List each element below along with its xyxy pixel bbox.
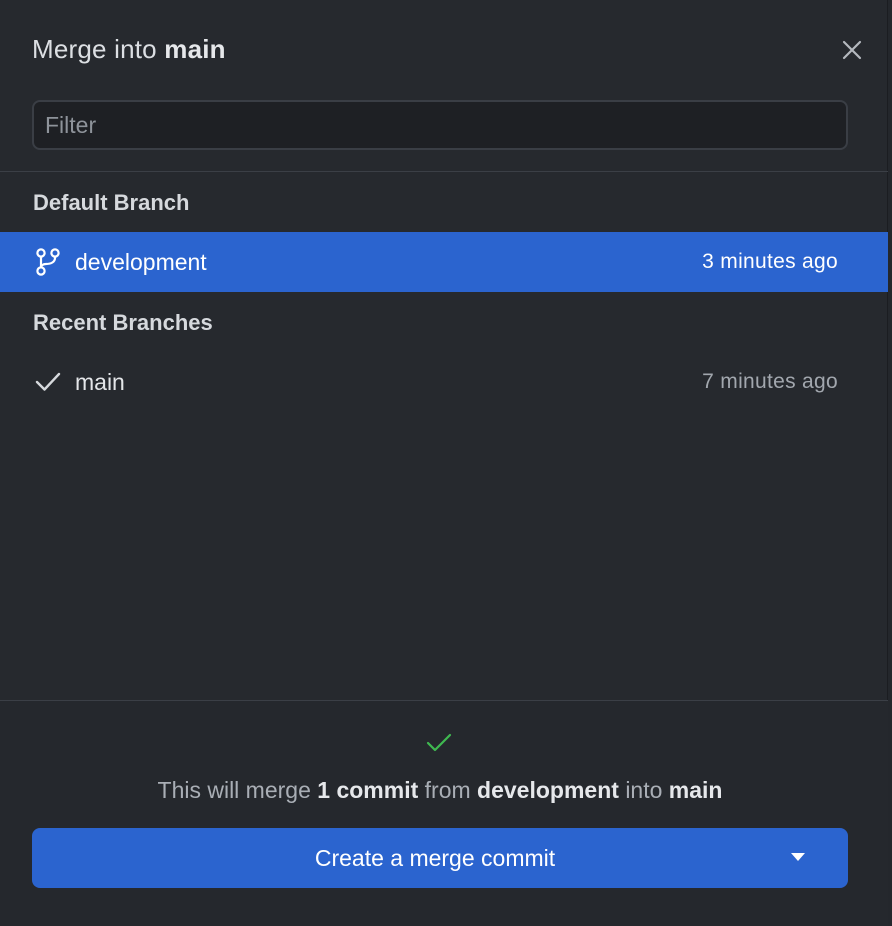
merge-summary: This will merge 1 commit from developmen… — [0, 777, 880, 804]
merge-summary-text: from — [424, 777, 471, 803]
close-button[interactable] — [836, 34, 868, 66]
create-merge-commit-button[interactable]: Create a merge commit — [32, 828, 848, 888]
branch-row-main[interactable]: main 7 minutes ago — [0, 352, 888, 412]
section-header-recent-branches: Recent Branches — [33, 310, 213, 335]
branch-name: main — [75, 369, 125, 395]
merge-dialog: Merge into main Default Branch developme… — [0, 0, 888, 926]
merge-button-label: Create a merge commit — [314, 845, 556, 871]
header-divider — [0, 171, 888, 172]
dialog-title: Merge into main — [32, 34, 226, 65]
merge-summary-text: This will merge — [157, 777, 311, 803]
dialog-title-branch: main — [164, 34, 226, 64]
success-check-icon — [426, 733, 452, 752]
branch-row-development[interactable]: development 3 minutes ago — [0, 232, 888, 292]
check-icon — [33, 367, 63, 397]
section-header-default-branch: Default Branch — [33, 190, 190, 215]
branch-time: 3 minutes ago — [702, 250, 838, 273]
merge-footer: This will merge 1 commit from developmen… — [0, 701, 888, 926]
close-icon — [842, 40, 862, 60]
dialog-title-prefix: Merge into — [32, 34, 157, 64]
branch-time: 7 minutes ago — [702, 370, 838, 393]
git-branch-icon — [33, 247, 63, 277]
filter-input[interactable] — [32, 100, 848, 150]
branch-name: development — [75, 249, 207, 275]
merge-commit-count: 1 commit — [317, 777, 419, 803]
merge-summary-text: into — [625, 777, 663, 803]
caret-down-icon[interactable] — [790, 852, 806, 862]
merge-source-branch: development — [477, 777, 619, 803]
merge-target-branch: main — [668, 777, 723, 803]
